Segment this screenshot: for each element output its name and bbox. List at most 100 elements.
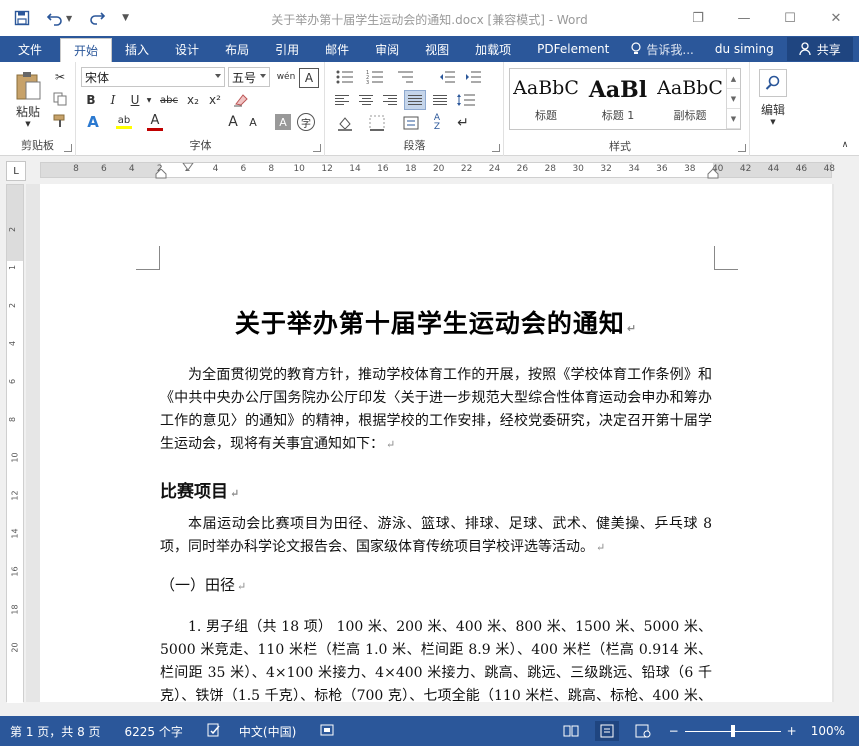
tab-file[interactable]: 文件 <box>0 36 60 62</box>
styles-scroll-down-icon[interactable]: ▼ <box>727 89 740 109</box>
macro-record-icon[interactable] <box>320 724 334 739</box>
subheading[interactable]: （一）田径 ↵ <box>160 574 246 595</box>
align-center-icon[interactable] <box>356 91 376 109</box>
tab-view[interactable]: 视图 <box>412 36 462 62</box>
tab-design[interactable]: 设计 <box>162 36 212 62</box>
collapse-ribbon-icon[interactable]: ∧ <box>838 138 852 152</box>
save-icon[interactable] <box>14 10 30 26</box>
first-line-indent-marker[interactable] <box>182 163 194 171</box>
item-paragraph[interactable]: 1. 男子组（共 18 项） 100 米、200 米、400 米、800 米、1… <box>160 616 712 702</box>
font-name-dropdown-icon[interactable] <box>215 74 221 78</box>
print-layout-icon[interactable] <box>594 721 619 741</box>
shading-icon[interactable] <box>332 113 358 133</box>
styles-gallery[interactable]: AaBbC 标题 AaBl 标题 1 AaBbC 副标题 ▲ ▼ ▼ <box>509 68 741 130</box>
strikethrough-button[interactable]: abc <box>157 90 181 110</box>
underline-button[interactable]: U <box>125 90 145 110</box>
copy-icon[interactable] <box>50 90 70 108</box>
paste-button[interactable]: 粘贴 ▼ <box>8 68 48 130</box>
style-heading1[interactable]: AaBl 标题 1 <box>582 69 654 129</box>
font-size-dropdown-icon[interactable] <box>260 74 266 78</box>
vertical-scrollbar[interactable] <box>834 184 859 702</box>
numbering-icon[interactable]: 123 <box>362 68 388 86</box>
subscript-button[interactable]: x₂ <box>183 90 203 110</box>
undo-dropdown-icon[interactable]: ▼ <box>66 14 72 23</box>
paragraph-launcher-icon[interactable] <box>492 144 500 152</box>
tab-insert[interactable]: 插入 <box>112 36 162 62</box>
tell-me-box[interactable]: 告诉我... <box>622 36 701 62</box>
distributed-icon[interactable] <box>430 91 450 109</box>
redo-icon[interactable] <box>88 10 106 26</box>
zoom-out-button[interactable]: − <box>669 724 679 738</box>
styles-scroll-up-icon[interactable]: ▲ <box>727 69 740 89</box>
editing-button[interactable]: 编辑 ▼ <box>756 66 790 128</box>
paste-dropdown-icon[interactable]: ▼ <box>25 120 30 128</box>
font-name-combo[interactable]: 宋体 <box>81 67 225 87</box>
font-launcher-icon[interactable] <box>313 144 321 152</box>
close-button[interactable]: ✕ <box>813 0 859 36</box>
cut-icon[interactable]: ✂ <box>50 68 70 86</box>
horizontal-ruler[interactable]: 8642246810121416182022242628303234363840… <box>40 162 835 179</box>
underline-dropdown-icon[interactable]: ▼ <box>145 90 153 110</box>
customize-qat-icon[interactable]: ▼ <box>122 13 129 23</box>
italic-button[interactable]: I <box>103 90 123 110</box>
sort-icon[interactable]: AZ <box>426 113 448 133</box>
tab-addins[interactable]: 加载项 <box>462 36 524 62</box>
superscript-button[interactable]: x² <box>205 90 225 110</box>
character-border-button[interactable]: A <box>299 68 319 88</box>
justify-icon[interactable] <box>404 90 426 110</box>
show-marks-icon[interactable]: ↵ <box>452 113 474 133</box>
vertical-ruler[interactable]: 2 1 2 4 6 8 10 12 14 16 18 20 <box>6 184 24 703</box>
align-right-icon[interactable] <box>380 91 400 109</box>
bold-button[interactable]: B <box>81 90 101 110</box>
styles-launcher-icon[interactable] <box>738 144 746 152</box>
zoom-slider-thumb[interactable] <box>730 724 735 737</box>
align-left-icon[interactable] <box>332 91 352 109</box>
zoom-level[interactable]: 100% <box>811 724 845 738</box>
document-page[interactable]: 关于举办第十届学生运动会的通知 ↵ 为全面贯彻党的教育方针，推动学校体育工作的开展… <box>40 184 832 702</box>
page-count[interactable]: 第 1 页，共 8 页 <box>10 723 101 740</box>
character-shading-button[interactable]: A <box>275 114 291 130</box>
phonetic-guide-button[interactable]: wén <box>275 67 297 87</box>
tab-selector[interactable]: L <box>6 161 26 181</box>
bullets-icon[interactable] <box>332 68 358 86</box>
line-spacing-icon[interactable] <box>452 91 480 109</box>
ribbon-display-options-icon[interactable]: ❐ <box>675 0 721 36</box>
borders-icon[interactable] <box>364 113 390 133</box>
tab-review[interactable]: 审阅 <box>362 36 412 62</box>
tab-mailings[interactable]: 邮件 <box>312 36 362 62</box>
undo-button[interactable]: ▼ <box>46 10 72 26</box>
styles-more-icon[interactable]: ▼ <box>727 109 740 129</box>
enclose-characters-button[interactable]: 字 <box>297 113 315 131</box>
chinese-layout-icon[interactable] <box>400 113 422 133</box>
shrink-font-button[interactable]: A <box>243 112 263 132</box>
share-button[interactable]: 共享 <box>786 37 853 61</box>
format-painter-icon[interactable] <box>50 112 70 130</box>
zoom-slider[interactable] <box>684 724 781 737</box>
zoom-in-button[interactable]: + <box>787 724 797 738</box>
minimize-button[interactable]: — <box>721 0 767 36</box>
intro-paragraph[interactable]: 为全面贯彻党的教育方针，推动学校体育工作的开展，按照《学校体育工作条例》和《中共… <box>160 364 712 456</box>
user-account[interactable]: du siming <box>702 36 787 62</box>
right-indent-marker[interactable] <box>707 169 719 179</box>
clear-formatting-icon[interactable] <box>231 90 251 110</box>
style-subtitle[interactable]: AaBbC 副标题 <box>654 69 726 129</box>
editing-dropdown-icon[interactable]: ▼ <box>770 118 775 126</box>
language[interactable]: 中文(中国) <box>239 723 296 740</box>
word-count[interactable]: 6225 个字 <box>125 723 183 740</box>
proofing-icon[interactable] <box>207 723 221 740</box>
tab-references[interactable]: 引用 <box>262 36 312 62</box>
grow-font-button[interactable]: A <box>223 112 243 132</box>
highlight-color-button[interactable]: ab <box>111 112 137 132</box>
section-heading[interactable]: 比赛项目 ↵ <box>160 477 239 502</box>
style-title[interactable]: AaBbC 标题 <box>510 69 582 129</box>
font-size-combo[interactable]: 五号 <box>228 67 270 87</box>
maximize-button[interactable]: ☐ <box>767 0 813 36</box>
section-paragraph[interactable]: 本届运动会比赛项目为田径、游泳、篮球、排球、足球、武术、健美操、乒乓球 8 项，… <box>160 513 712 559</box>
decrease-indent-icon[interactable] <box>436 68 458 86</box>
read-mode-icon[interactable] <box>559 721 583 741</box>
tab-home[interactable]: 开始 <box>60 38 113 62</box>
tab-pdfelement[interactable]: PDFelement <box>524 36 622 62</box>
tab-layout[interactable]: 布局 <box>212 36 262 62</box>
text-effects-button[interactable]: A <box>81 112 105 132</box>
web-layout-icon[interactable] <box>631 721 655 741</box>
